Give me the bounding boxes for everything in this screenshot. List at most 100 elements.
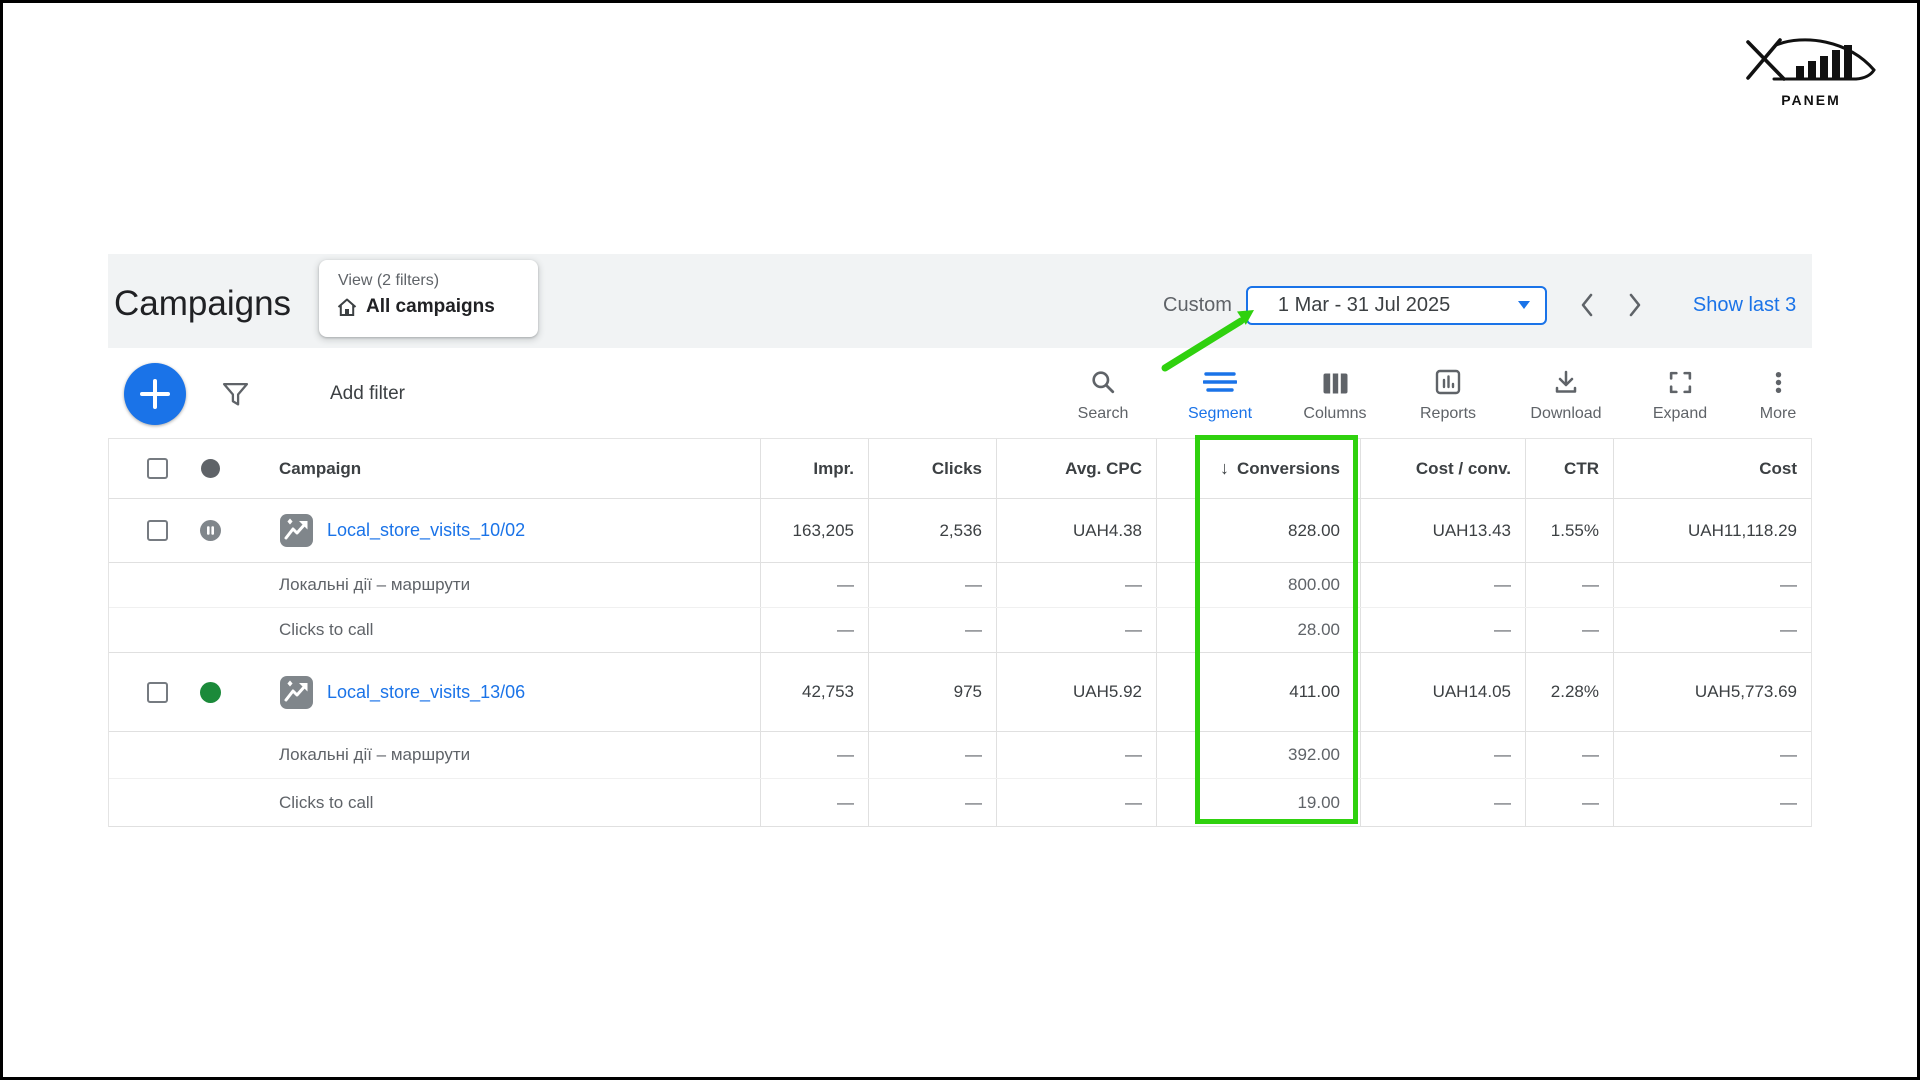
column-ctr[interactable]: CTR bbox=[1525, 439, 1613, 498]
header-checkbox[interactable] bbox=[147, 458, 168, 479]
column-clicks[interactable]: Clicks bbox=[868, 439, 996, 498]
cell-ctr: 2.28% bbox=[1525, 653, 1613, 731]
campaign-cell: Local_store_visits_10/02 bbox=[109, 499, 760, 562]
cell-ctr: — bbox=[1525, 608, 1613, 652]
campaigns-panel: Campaigns View (2 filters) All campaigns… bbox=[108, 254, 1812, 827]
cell-impr: — bbox=[760, 732, 868, 778]
toolbar-reports[interactable]: Reports bbox=[1383, 368, 1513, 423]
expand-icon bbox=[1668, 368, 1693, 395]
toolbar-columns[interactable]: Columns bbox=[1270, 368, 1400, 423]
cell-cost-per-conv: — bbox=[1360, 732, 1525, 778]
toolbar-search[interactable]: Search bbox=[1038, 368, 1168, 423]
segment-label: Clicks to call bbox=[279, 620, 373, 640]
cell-avg-cpc: — bbox=[996, 779, 1156, 826]
logo-text: PANEM bbox=[1743, 92, 1879, 108]
segment-label-cell: Локальні дії – маршрути bbox=[109, 563, 760, 607]
cell-clicks: 975 bbox=[868, 653, 996, 731]
segment-label: Локальні дії – маршрути bbox=[279, 745, 470, 765]
cell-cost: — bbox=[1613, 779, 1811, 826]
panem-logo: PANEM bbox=[1743, 33, 1879, 108]
column-impr[interactable]: Impr. bbox=[760, 439, 868, 498]
filter-button[interactable] bbox=[222, 381, 249, 408]
cell-avg-cpc: — bbox=[996, 608, 1156, 652]
cell-conversions: 828.00 bbox=[1156, 499, 1360, 562]
cell-conversions: 28.00 bbox=[1156, 608, 1360, 652]
column-cost[interactable]: Cost bbox=[1613, 439, 1811, 498]
campaign-type-icon bbox=[280, 514, 313, 547]
table-header-row: Campaign Impr. Clicks Avg. CPC ↓ Convers… bbox=[109, 439, 1811, 499]
cell-cost-per-conv: UAH13.43 bbox=[1360, 499, 1525, 562]
reports-icon bbox=[1435, 368, 1461, 395]
cell-cost-per-conv: — bbox=[1360, 563, 1525, 607]
campaign-link[interactable]: Local_store_visits_10/02 bbox=[327, 520, 525, 541]
cell-avg-cpc: — bbox=[996, 732, 1156, 778]
table-row-segment: Локальні дії – маршрути — — — 392.00 — —… bbox=[109, 732, 1811, 779]
cell-impr: — bbox=[760, 608, 868, 652]
cell-conversions: 19.00 bbox=[1156, 779, 1360, 826]
caret-down-icon bbox=[1518, 301, 1530, 309]
header-campaign-cell: Campaign bbox=[109, 439, 760, 498]
cell-cost: — bbox=[1613, 732, 1811, 778]
row-checkbox[interactable] bbox=[147, 520, 168, 541]
segment-label-cell: Clicks to call bbox=[109, 608, 760, 652]
plus-icon bbox=[124, 363, 186, 425]
add-campaign-button[interactable] bbox=[124, 363, 186, 425]
cell-clicks: — bbox=[868, 608, 996, 652]
cell-ctr: — bbox=[1525, 732, 1613, 778]
cell-cost-per-conv: — bbox=[1360, 608, 1525, 652]
cell-cost-per-conv: UAH14.05 bbox=[1360, 653, 1525, 731]
segment-label: Clicks to call bbox=[279, 793, 373, 813]
date-range-group: Custom 1 Mar - 31 Jul 2025 Show last 3 bbox=[1163, 258, 1796, 348]
all-campaigns-row[interactable]: All campaigns bbox=[336, 296, 538, 318]
column-conversions[interactable]: ↓ Conversions bbox=[1156, 439, 1360, 498]
table-row-campaign-1: Local_store_visits_10/02 163,205 2,536 U… bbox=[109, 499, 1811, 563]
row-checkbox[interactable] bbox=[147, 682, 168, 703]
status-enabled-icon[interactable] bbox=[200, 682, 221, 703]
date-range-selector[interactable]: 1 Mar - 31 Jul 2025 bbox=[1246, 286, 1547, 325]
cell-cost: — bbox=[1613, 563, 1811, 607]
column-cost-per-conv[interactable]: Cost / conv. bbox=[1360, 439, 1525, 498]
page-title: Campaigns bbox=[114, 284, 291, 324]
status-circle-icon bbox=[201, 459, 220, 478]
campaigns-table: Campaign Impr. Clicks Avg. CPC ↓ Convers… bbox=[108, 438, 1812, 827]
cell-impr: — bbox=[760, 563, 868, 607]
funnel-icon bbox=[222, 381, 249, 408]
cell-avg-cpc: UAH5.92 bbox=[996, 653, 1156, 731]
cell-impr: — bbox=[760, 779, 868, 826]
toolbar: Add filter Search Segment Columns bbox=[108, 348, 1812, 438]
add-filter-button[interactable]: Add filter bbox=[330, 383, 405, 405]
date-range-value: 1 Mar - 31 Jul 2025 bbox=[1278, 294, 1450, 317]
cell-clicks: — bbox=[868, 779, 996, 826]
more-icon bbox=[1766, 368, 1791, 395]
status-paused-icon[interactable] bbox=[200, 520, 221, 541]
cell-conversions: 800.00 bbox=[1156, 563, 1360, 607]
panem-fish-icon bbox=[1744, 33, 1878, 85]
cell-cost-per-conv: — bbox=[1360, 779, 1525, 826]
column-campaign[interactable]: Campaign bbox=[279, 459, 361, 479]
cell-cost: — bbox=[1613, 608, 1811, 652]
view-filters-popup[interactable]: View (2 filters) All campaigns bbox=[319, 260, 538, 337]
cell-ctr: — bbox=[1525, 563, 1613, 607]
cell-conversions: 411.00 bbox=[1156, 653, 1360, 731]
toolbar-download[interactable]: Download bbox=[1501, 368, 1631, 423]
segment-icon bbox=[1203, 368, 1237, 395]
sort-descending-icon: ↓ bbox=[1220, 458, 1229, 479]
cell-ctr: — bbox=[1525, 779, 1613, 826]
cell-clicks: 2,536 bbox=[868, 499, 996, 562]
cell-impr: 163,205 bbox=[760, 499, 868, 562]
title-band: Campaigns View (2 filters) All campaigns… bbox=[108, 254, 1812, 348]
cell-cost: UAH11,118.29 bbox=[1613, 499, 1811, 562]
cell-cost: UAH5,773.69 bbox=[1613, 653, 1811, 731]
previous-period-button[interactable] bbox=[1578, 291, 1596, 319]
column-avg-cpc[interactable]: Avg. CPC bbox=[996, 439, 1156, 498]
cell-avg-cpc: — bbox=[996, 563, 1156, 607]
next-period-button[interactable] bbox=[1626, 291, 1644, 319]
date-mode-label: Custom bbox=[1163, 294, 1232, 317]
toolbar-more[interactable]: More bbox=[1713, 368, 1843, 423]
table-row-campaign-2: Local_store_visits_13/06 42,753 975 UAH5… bbox=[109, 653, 1811, 732]
show-last-link[interactable]: Show last 3 bbox=[1693, 294, 1796, 317]
toolbar-segment[interactable]: Segment bbox=[1155, 368, 1285, 423]
campaign-type-icon bbox=[280, 676, 313, 709]
campaign-link[interactable]: Local_store_visits_13/06 bbox=[327, 682, 525, 703]
cell-avg-cpc: UAH4.38 bbox=[996, 499, 1156, 562]
